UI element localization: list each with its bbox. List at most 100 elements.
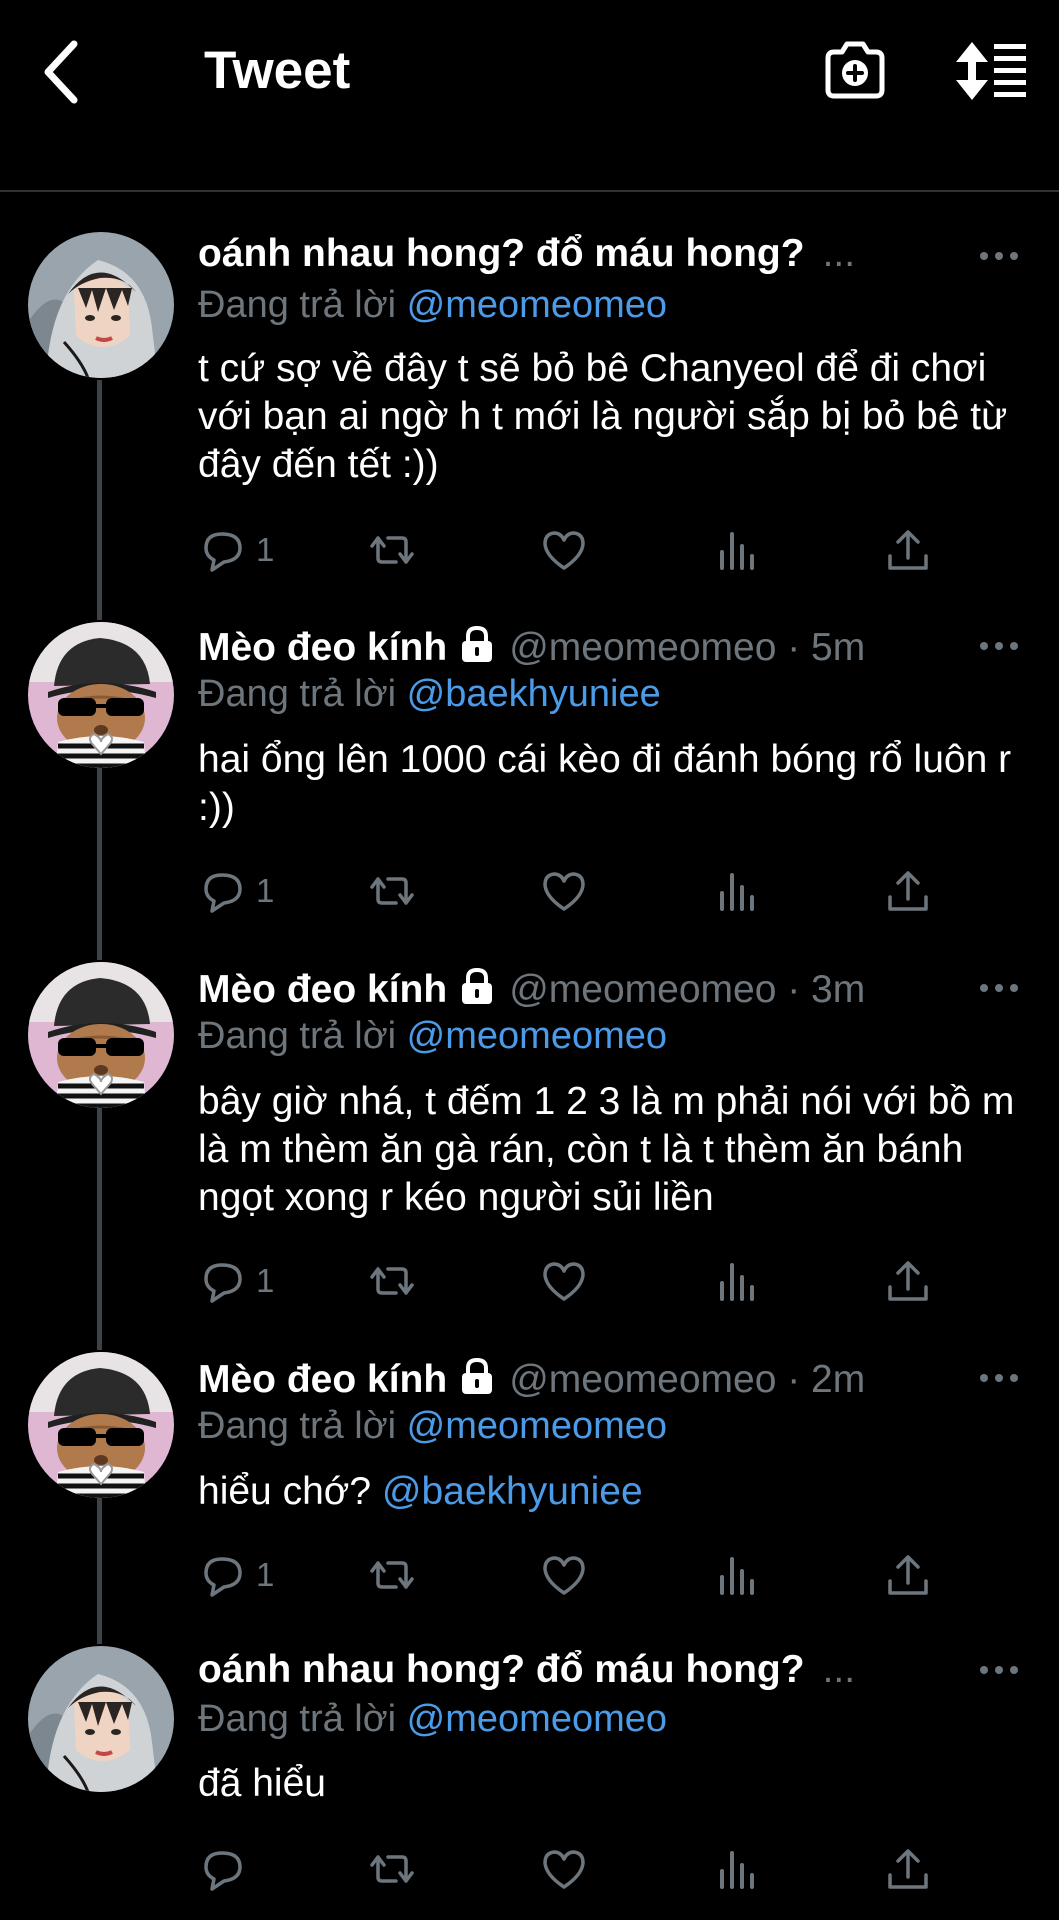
reply-context: Đang trả lời @meomeomeo (198, 1015, 667, 1058)
reply-button[interactable]: 1 (198, 523, 274, 577)
reply-context: Đang trả lời @meomeomeo (198, 284, 667, 327)
display-name[interactable]: oánh nhau hong? đổ máu hong? (198, 232, 805, 275)
handle-timestamp: @meomeomeo · 5m (509, 626, 866, 669)
more-button[interactable] (978, 246, 1020, 266)
tweet-text: đã hiểu (198, 1762, 326, 1805)
lock-icon (457, 624, 497, 664)
more-icon (978, 1660, 1020, 1680)
avatar[interactable] (28, 1352, 174, 1498)
reply-mention[interactable]: @baekhyuniee (407, 673, 661, 715)
top-bar: Tweet (0, 0, 1059, 192)
reply-button[interactable] (198, 1842, 256, 1896)
analytics-icon (712, 1257, 760, 1305)
thread-connector (97, 768, 102, 960)
text-mention[interactable]: @baekhyuniee (382, 1470, 643, 1513)
reply-mention[interactable]: @meomeomeo (407, 1698, 667, 1740)
avatar[interactable] (28, 1646, 174, 1792)
reply-context: Đang trả lời @meomeomeo (198, 1698, 667, 1741)
thread-connector (97, 380, 102, 620)
reply-icon (198, 1845, 246, 1893)
like-button[interactable] (540, 523, 588, 577)
display-name[interactable]: oánh nhau hong? đổ máu hong? (198, 1648, 805, 1691)
reply-prefix: Đang trả lời (198, 284, 397, 326)
retweet-button[interactable] (368, 864, 416, 918)
tweet-text: hiểu chớ? @baekhyuniee (198, 1468, 1028, 1516)
reply-mention[interactable]: @meomeomeo (407, 1015, 667, 1057)
analytics-icon (712, 526, 760, 574)
tweet-header: Mèo đeo kính @meomeomeo · 5m (198, 624, 1019, 674)
reply-context: Đang trả lời @meomeomeo (198, 1405, 667, 1448)
analytics-button[interactable] (712, 1842, 760, 1896)
more-button[interactable] (978, 1660, 1020, 1680)
reply-icon (198, 1257, 246, 1305)
tweet-text: t cứ sợ về đây t sẽ bỏ bê Chanyeol để đi… (198, 347, 1008, 486)
display-name[interactable]: Mèo đeo kính (198, 1358, 447, 1401)
display-name[interactable]: Mèo đeo kính (198, 626, 447, 669)
retweet-icon (368, 1551, 416, 1599)
tweet-header: oánh nhau hong? đổ máu hong?... (198, 1648, 1019, 1698)
reply-icon (198, 867, 246, 915)
reply-count: 1 (256, 1556, 275, 1593)
avatar[interactable] (28, 962, 174, 1108)
like-button[interactable] (540, 1254, 588, 1308)
truncated-handle: ... (822, 1648, 856, 1691)
display-name[interactable]: Mèo đeo kính (198, 968, 447, 1011)
avatar[interactable] (28, 232, 174, 378)
retweet-icon (368, 867, 416, 915)
analytics-button[interactable] (712, 1254, 760, 1308)
like-button[interactable] (540, 1842, 588, 1896)
like-icon (540, 1551, 588, 1599)
handle-timestamp: @meomeomeo · 2m (509, 1358, 866, 1401)
truncated-handle: ... (822, 232, 856, 275)
handle-timestamp: @meomeomeo · 3m (509, 968, 866, 1011)
share-icon (884, 526, 932, 574)
tweet-text: hai ổng lên 1000 cái kèo đi đánh bóng rổ… (198, 738, 1012, 829)
share-button[interactable] (884, 1842, 932, 1896)
retweet-button[interactable] (368, 1254, 416, 1308)
retweet-button[interactable] (368, 1548, 416, 1602)
sort-icon (956, 42, 1026, 100)
more-icon (978, 1368, 1020, 1388)
reply-prefix: Đang trả lời (198, 673, 397, 715)
analytics-button[interactable] (712, 1548, 760, 1602)
more-button[interactable] (978, 1368, 1020, 1388)
share-button[interactable] (884, 1548, 932, 1602)
more-button[interactable] (978, 636, 1020, 656)
lock-icon (457, 1356, 497, 1396)
more-button[interactable] (978, 978, 1020, 998)
reply-button[interactable]: 1 (198, 1254, 274, 1308)
lock-icon (457, 966, 497, 1006)
share-icon (884, 1845, 932, 1893)
analytics-button[interactable] (712, 864, 760, 918)
reply-context: Đang trả lời @baekhyuniee (198, 673, 661, 716)
like-button[interactable] (540, 864, 588, 918)
reply-button[interactable]: 1 (198, 864, 274, 918)
reply-count: 1 (256, 531, 275, 568)
retweet-icon (368, 1257, 416, 1305)
avatar[interactable] (28, 622, 174, 768)
page-title: Tweet (204, 41, 351, 100)
reply-icon (198, 1551, 246, 1599)
share-button[interactable] (884, 1254, 932, 1308)
retweet-button[interactable] (368, 523, 416, 577)
reply-button[interactable]: 1 (198, 1548, 274, 1602)
share-button[interactable] (884, 523, 932, 577)
tweet-header: Mèo đeo kính @meomeomeo · 3m (198, 966, 1019, 1016)
reply-mention[interactable]: @meomeomeo (407, 1405, 667, 1447)
reply-count: 1 (256, 872, 275, 909)
retweet-icon (368, 526, 416, 574)
tweet-actions: 1 (198, 1254, 958, 1308)
reply-mention[interactable]: @meomeomeo (407, 284, 667, 326)
thread-connector (97, 1108, 102, 1350)
like-button[interactable] (540, 1548, 588, 1602)
tweet-text: bây giờ nhá, t đếm 1 2 3 là m phải nói v… (198, 1080, 1015, 1219)
camera-button[interactable] (822, 38, 888, 104)
retweet-button[interactable] (368, 1842, 416, 1896)
analytics-button[interactable] (712, 523, 760, 577)
like-icon (540, 526, 588, 574)
camera-plus-icon (825, 41, 885, 99)
thread-connector (97, 1498, 102, 1644)
sort-button[interactable] (952, 38, 1028, 104)
back-button[interactable] (36, 36, 92, 108)
share-button[interactable] (884, 864, 932, 918)
